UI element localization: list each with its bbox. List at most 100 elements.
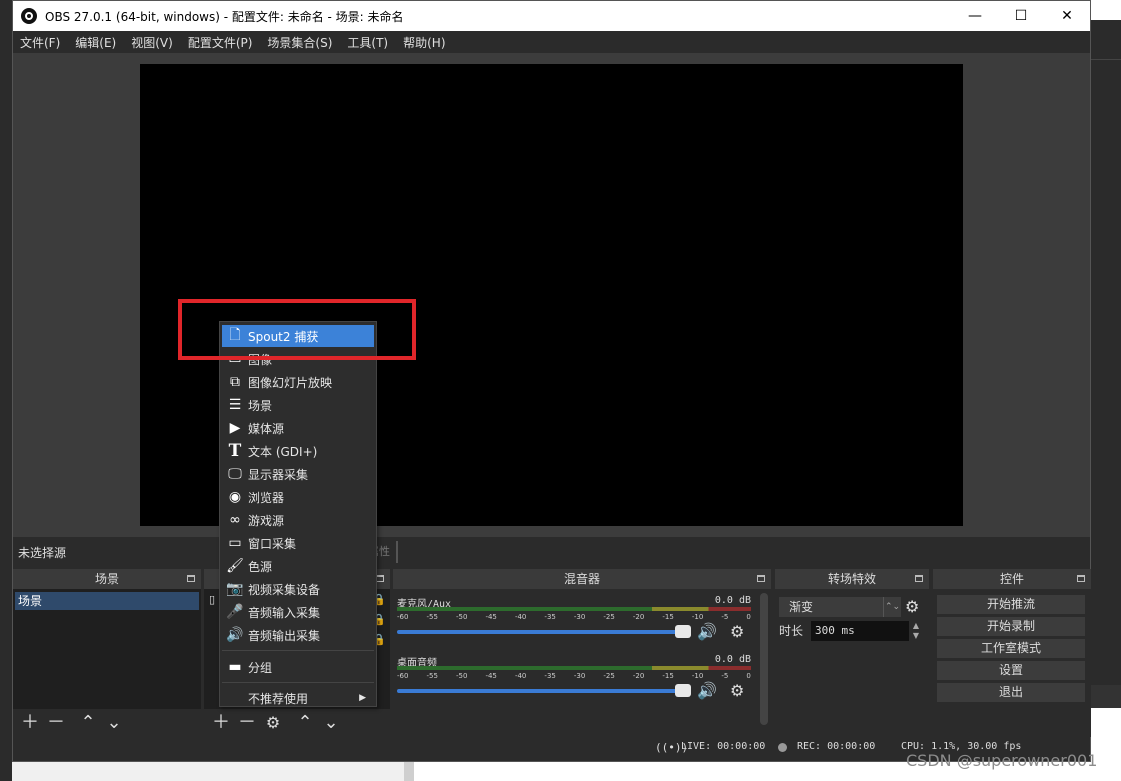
menu-item-game-capture[interactable]: ∞ 游戏源 xyxy=(222,509,374,531)
tick-label: -40 xyxy=(514,613,527,621)
menu-item-label: 图像幻灯片放映 xyxy=(248,375,333,390)
speaker-icon[interactable]: 🔊 xyxy=(697,681,719,700)
settings-button[interactable]: 设置 xyxy=(937,661,1085,680)
move-up-icon[interactable]: ⌃ xyxy=(292,712,318,734)
float-dock-icon[interactable] xyxy=(1077,575,1085,582)
menu-item-label: 显示器采集 xyxy=(248,467,309,482)
menu-item-color-source[interactable]: 🖌 色源 xyxy=(222,555,374,577)
volume-slider[interactable] xyxy=(397,689,687,693)
menu-item-label: 视频采集设备 xyxy=(248,582,321,597)
duration-stepper[interactable]: ▲ ▼ xyxy=(909,621,923,641)
tick-label: -30 xyxy=(573,672,586,680)
menu-file[interactable]: 文件(F) xyxy=(20,34,60,51)
float-dock-icon[interactable] xyxy=(187,575,195,582)
add-source-menu: 🗋 Spout2 捕获 ▭ 图像 ⧉ 图像幻灯片放映 ☰ 场景 ▶ 媒体源 T … xyxy=(219,321,377,707)
background-panel xyxy=(1090,60,1121,685)
title-bar[interactable]: OBS 27.0.1 (64-bit, windows) - 配置文件: 未命名… xyxy=(13,1,1090,31)
volume-slider-handle[interactable] xyxy=(675,625,691,638)
live-timer: LIVE: 00:00:00 xyxy=(681,741,766,752)
tick-label: -50 xyxy=(455,613,468,621)
obs-logo-icon xyxy=(21,8,37,24)
maximize-button[interactable]: ☐ xyxy=(998,1,1044,31)
menu-separator xyxy=(222,682,374,683)
toolbar-divider xyxy=(396,541,398,563)
mixer-dock: 混音器 麦克风/Aux 0.0 dB -60 -55 -50 -45 -40 -… xyxy=(393,569,771,737)
gear-icon[interactable]: ⚙ xyxy=(730,622,748,641)
volume-slider-handle[interactable] xyxy=(675,684,691,697)
tick-label: -25 xyxy=(603,613,615,621)
menu-item-group[interactable]: ▬ 分组 xyxy=(222,656,374,678)
exit-button[interactable]: 退出 xyxy=(937,683,1085,702)
menu-item-label: 游戏源 xyxy=(248,513,285,528)
gear-icon[interactable]: ⚙ xyxy=(260,712,286,734)
tick-label: -45 xyxy=(485,672,497,680)
menu-item-video-capture[interactable]: 📷 视频采集设备 xyxy=(222,578,374,600)
scene-list-item[interactable]: 场景 xyxy=(15,592,199,610)
background-dark-edge xyxy=(0,708,12,781)
menu-item-audio-input[interactable]: 🎤 音频输入采集 xyxy=(222,601,374,623)
transitions-dock: 转场特效 渐变 ⌃⌄ ⚙ 时长 300 ms ▲ ▼ xyxy=(775,569,929,737)
scrollbar-thumb[interactable] xyxy=(760,593,768,725)
menu-help[interactable]: 帮助(H) xyxy=(403,34,445,51)
move-up-icon[interactable]: ⌃ xyxy=(75,712,101,734)
menu-item-display-capture[interactable]: 🖵 显示器采集 xyxy=(222,463,374,485)
speaker-icon: 🔊 xyxy=(226,627,244,643)
chevron-right-icon: ▶ xyxy=(359,693,366,703)
start-streaming-button[interactable]: 开始推流 xyxy=(937,595,1085,614)
gear-icon[interactable]: ⚙ xyxy=(905,597,919,616)
camera-icon: 📷 xyxy=(226,581,244,597)
menu-item-media-source[interactable]: ▶ 媒体源 xyxy=(222,417,374,439)
menu-item-deprecated[interactable]: 不推荐使用 ▶ xyxy=(222,687,374,709)
mixer-scrollbar[interactable] xyxy=(757,589,771,729)
remove-source-icon[interactable]: － xyxy=(234,712,260,734)
remove-scene-icon[interactable]: － xyxy=(43,712,69,734)
menu-edit[interactable]: 编辑(E) xyxy=(75,34,116,51)
chevron-updown-icon[interactable]: ⌃⌄ xyxy=(883,597,901,617)
scenes-list: 场景 xyxy=(13,589,201,709)
transition-selected-value: 渐变 xyxy=(789,600,814,614)
float-dock-icon[interactable] xyxy=(757,575,765,582)
minimize-button[interactable]: — xyxy=(952,1,998,31)
tick-label: -5 xyxy=(721,613,729,621)
tick-label: -15 xyxy=(662,613,674,621)
slideshow-icon: ⧉ xyxy=(230,374,240,390)
add-scene-icon[interactable]: ＋ xyxy=(17,712,43,734)
tick-label: -60 xyxy=(397,672,409,680)
menu-item-scene[interactable]: ☰ 场景 xyxy=(222,394,374,416)
add-source-icon[interactable]: ＋ xyxy=(208,712,234,734)
menu-tools[interactable]: 工具(T) xyxy=(347,34,388,51)
float-dock-icon[interactable] xyxy=(915,575,923,582)
microphone-icon: 🎤 xyxy=(226,604,244,620)
menu-item-label: 场景 xyxy=(248,398,273,413)
menu-item-audio-output[interactable]: 🔊 音频输出采集 xyxy=(222,624,374,646)
menu-view[interactable]: 视图(V) xyxy=(131,34,173,51)
transition-select[interactable]: 渐变 ⌃⌄ xyxy=(779,597,901,617)
window-controls: — ☐ ✕ xyxy=(952,1,1090,31)
menu-item-browser[interactable]: ◉ 浏览器 xyxy=(222,486,374,508)
menu-item-label: 不推荐使用 xyxy=(248,691,309,706)
speaker-icon[interactable]: 🔊 xyxy=(697,622,719,641)
menu-scene-collection[interactable]: 场景集合(S) xyxy=(267,34,332,51)
volume-meter xyxy=(397,607,751,611)
studio-mode-button[interactable]: 工作室模式 xyxy=(937,639,1085,658)
menu-item-slideshow[interactable]: ⧉ 图像幻灯片放映 xyxy=(222,371,374,393)
volume-meter xyxy=(397,666,751,670)
gear-icon[interactable]: ⚙ xyxy=(730,681,748,700)
mixer-channel-desktop: 桌面音频 0.0 dB -60 -55 -50 -45 -40 -35 -30 … xyxy=(397,654,751,712)
controls-dock: 控件 开始推流 开始录制 工作室模式 设置 退出 xyxy=(933,569,1091,737)
float-dock-icon[interactable] xyxy=(376,575,384,582)
rec-dot-icon xyxy=(778,743,787,752)
duration-input[interactable]: 300 ms xyxy=(811,621,909,641)
tick-label: -15 xyxy=(662,672,674,680)
close-button[interactable]: ✕ xyxy=(1044,1,1090,31)
menu-item-window-capture[interactable]: ▭ 窗口采集 xyxy=(222,532,374,554)
start-recording-button[interactable]: 开始录制 xyxy=(937,617,1085,636)
menu-item-label: 浏览器 xyxy=(248,490,285,505)
menu-item-label: 窗口采集 xyxy=(248,536,297,551)
background-strip xyxy=(1089,0,1121,20)
move-down-icon[interactable]: ⌄ xyxy=(101,712,127,734)
volume-slider[interactable] xyxy=(397,630,687,634)
move-down-icon[interactable]: ⌄ xyxy=(318,712,344,734)
menu-item-text[interactable]: T 文本 (GDI+) xyxy=(222,440,374,462)
menu-profile[interactable]: 配置文件(P) xyxy=(188,34,253,51)
